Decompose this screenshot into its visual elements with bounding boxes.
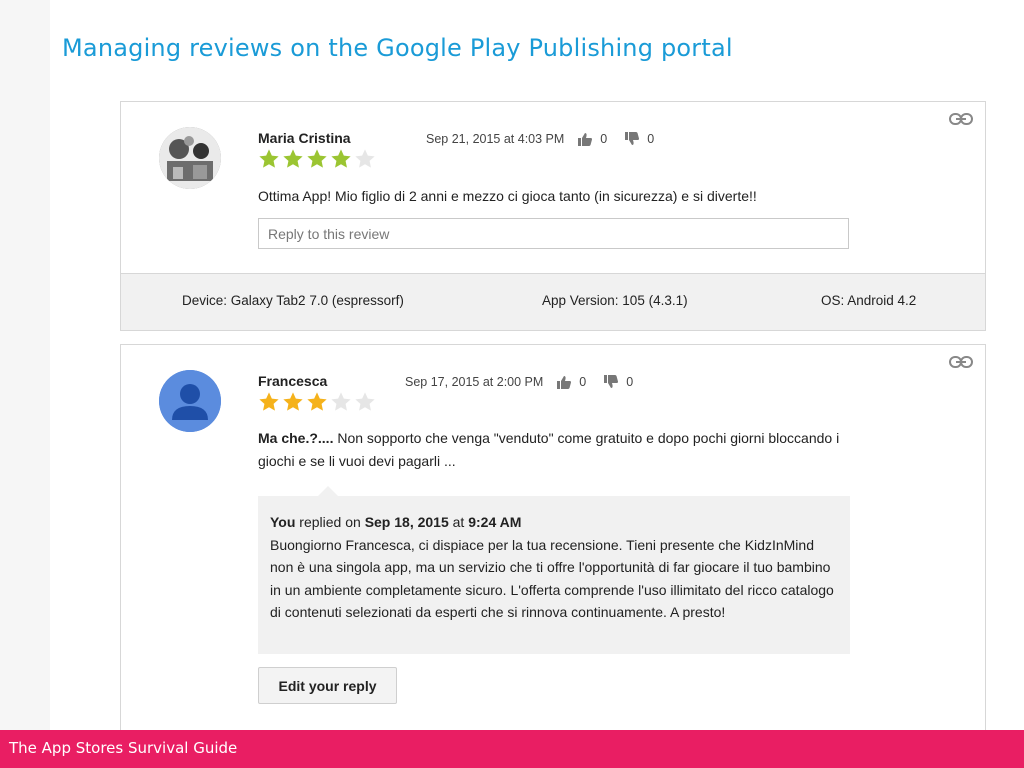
- thumbs-up-icon[interactable]: [557, 375, 572, 389]
- avatar-photo-icon: [159, 127, 221, 189]
- star-filled-icon: [331, 149, 351, 168]
- thumbs-down-count: 0: [626, 375, 634, 389]
- edit-reply-button[interactable]: Edit your reply: [258, 667, 397, 704]
- review-card: Francesca Sep 17, 2015 at 2:00 PM 0 0 Ma…: [120, 344, 986, 744]
- review-text: Ottima App! Mio figlio di 2 anni e mezzo…: [258, 188, 757, 204]
- star-filled-icon: [259, 149, 279, 168]
- link-icon[interactable]: [949, 112, 973, 126]
- review-title: Ma che.?....: [258, 430, 334, 446]
- thumbs-up-count: 0: [579, 375, 587, 389]
- thumbs-up-count: 0: [600, 132, 608, 146]
- star-filled-icon: [283, 392, 303, 411]
- reviewer-name: Francesca: [258, 373, 328, 389]
- star-filled-icon: [307, 149, 327, 168]
- developer-reply: You replied on Sep 18, 2015 at 9:24 AM B…: [258, 486, 850, 654]
- avatar: [159, 127, 221, 189]
- star-empty-icon: [355, 392, 375, 411]
- reply-header: You replied on Sep 18, 2015 at 9:24 AM: [270, 511, 838, 534]
- thumbs-down-count: 0: [647, 132, 655, 146]
- app-version-label: App Version: 105 (4.3.1): [542, 293, 688, 308]
- reply-at: at: [448, 514, 469, 530]
- footer-title: The App Stores Survival Guide: [9, 739, 238, 757]
- star-rating: [258, 391, 376, 413]
- star-rating: [258, 148, 376, 170]
- star-filled-icon: [307, 392, 327, 411]
- review-date: Sep 21, 2015 at 4:03 PM: [426, 132, 565, 146]
- star-filled-icon: [283, 149, 303, 168]
- thumbs-down-icon[interactable]: [604, 375, 619, 389]
- default-user-icon: [159, 370, 221, 432]
- reviewer-name: Maria Cristina: [258, 130, 351, 146]
- device-label: Device: Galaxy Tab2 7.0 (espressorf): [182, 293, 404, 308]
- left-margin-strip: [0, 0, 50, 730]
- review-meta: Sep 21, 2015 at 4:03 PM 0 0: [426, 132, 654, 146]
- avatar: [159, 370, 221, 432]
- reply-input[interactable]: [258, 218, 849, 249]
- review-body: Non sopporto che venga "venduto" come gr…: [258, 430, 840, 469]
- reply-date: Sep 18, 2015: [364, 514, 449, 530]
- star-empty-icon: [355, 149, 375, 168]
- reply-text: Buongiorno Francesca, ci dispiace per la…: [270, 536, 834, 621]
- star-filled-icon: [259, 392, 279, 411]
- review-date: Sep 17, 2015 at 2:00 PM: [405, 375, 544, 389]
- device-info-bar: Device: Galaxy Tab2 7.0 (espressorf) App…: [121, 273, 985, 330]
- os-label: OS: Android 4.2: [821, 293, 917, 308]
- link-icon[interactable]: [949, 355, 973, 369]
- review-card: Maria Cristina Sep 21, 2015 at 4:03 PM 0…: [120, 101, 986, 331]
- star-empty-icon: [331, 392, 351, 411]
- thumbs-down-icon[interactable]: [625, 132, 640, 146]
- review-meta: Sep 17, 2015 at 2:00 PM 0 0: [405, 375, 633, 389]
- thumbs-up-icon[interactable]: [578, 132, 593, 146]
- slide-title: Managing reviews on the Google Play Publ…: [62, 34, 733, 62]
- reply-time: 9:24 AM: [468, 514, 522, 530]
- reply-author: You: [270, 514, 296, 530]
- reply-replied-on: replied on: [295, 514, 365, 530]
- footer-bar: The App Stores Survival Guide: [0, 730, 1024, 768]
- review-text: Ma che.?.... Non sopporto che venga "ven…: [258, 427, 858, 473]
